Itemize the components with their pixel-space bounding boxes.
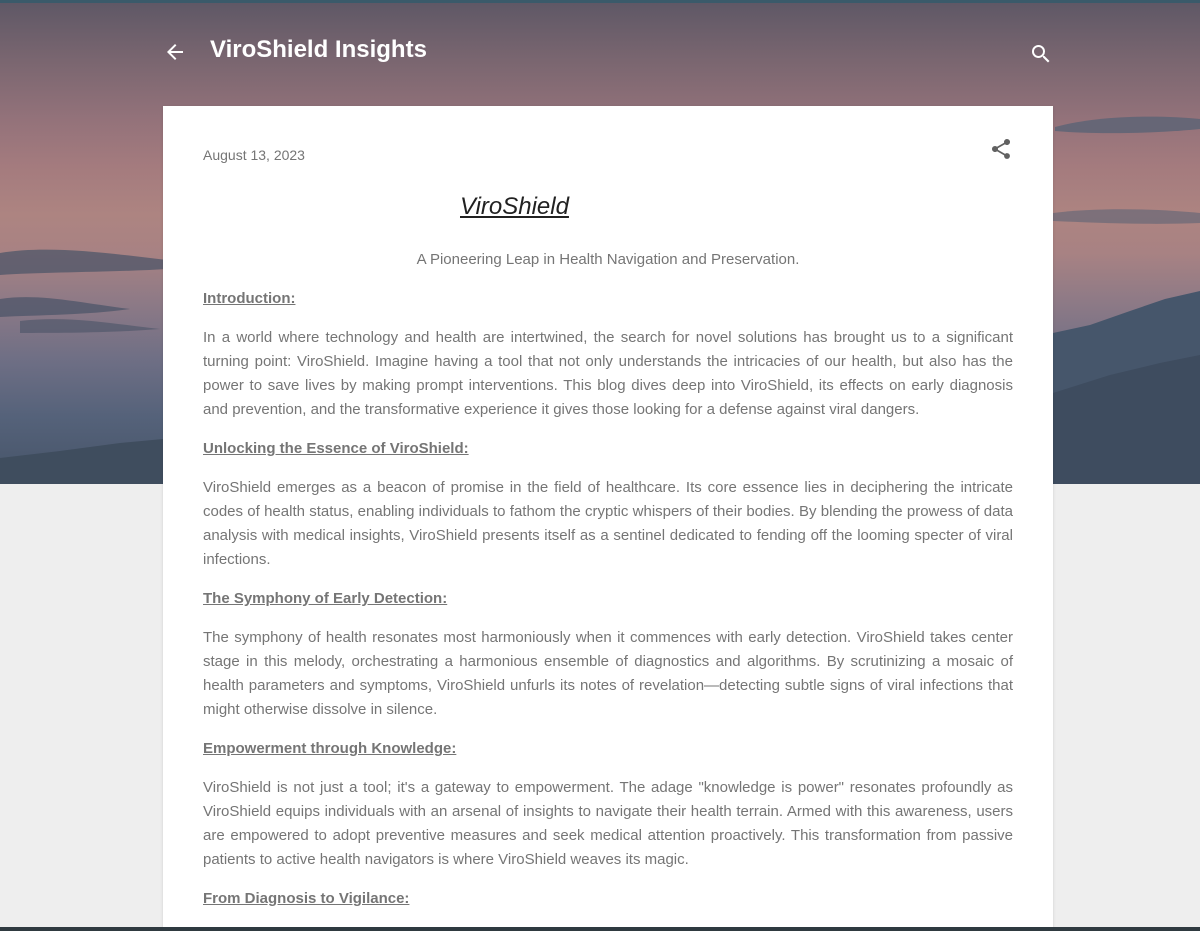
section-heading-essence: Unlocking the Essence of ViroShield:: [203, 440, 469, 457]
post-title: ViroShield: [460, 193, 569, 220]
section-heading-introduction: Introduction:: [203, 290, 296, 307]
share-icon[interactable]: [989, 137, 1013, 161]
section-heading-early-detection: The Symphony of Early Detection:: [203, 590, 448, 607]
blog-title-link[interactable]: ViroShield Insights: [210, 36, 427, 64]
bottom-edge-strip: [0, 927, 1200, 931]
section-text-early-detection: The symphony of health resonates most ha…: [203, 629, 1013, 718]
post-body: ViroShield A Pioneering Leap in Health N…: [203, 190, 1013, 926]
search-icon[interactable]: [1029, 42, 1053, 66]
section-heading-vigilance: From Diagnosis to Vigilance:: [203, 890, 410, 907]
section-heading-empowerment: Empowerment through Knowledge:: [203, 740, 457, 757]
section-text-essence: ViroShield emerges as a beacon of promis…: [203, 479, 1013, 568]
section-text-introduction: In a world where technology and health a…: [203, 329, 1013, 418]
post-card: August 13, 2023 ViroShield A Pioneering …: [163, 106, 1053, 931]
section-text-empowerment: ViroShield is not just a tool; it's a ga…: [203, 779, 1013, 868]
arrow-back-icon[interactable]: [163, 40, 187, 64]
post-date[interactable]: August 13, 2023: [203, 147, 305, 163]
post-subtitle: A Pioneering Leap in Health Navigation a…: [416, 251, 800, 268]
blog-header: ViroShield Insights: [163, 30, 1053, 76]
